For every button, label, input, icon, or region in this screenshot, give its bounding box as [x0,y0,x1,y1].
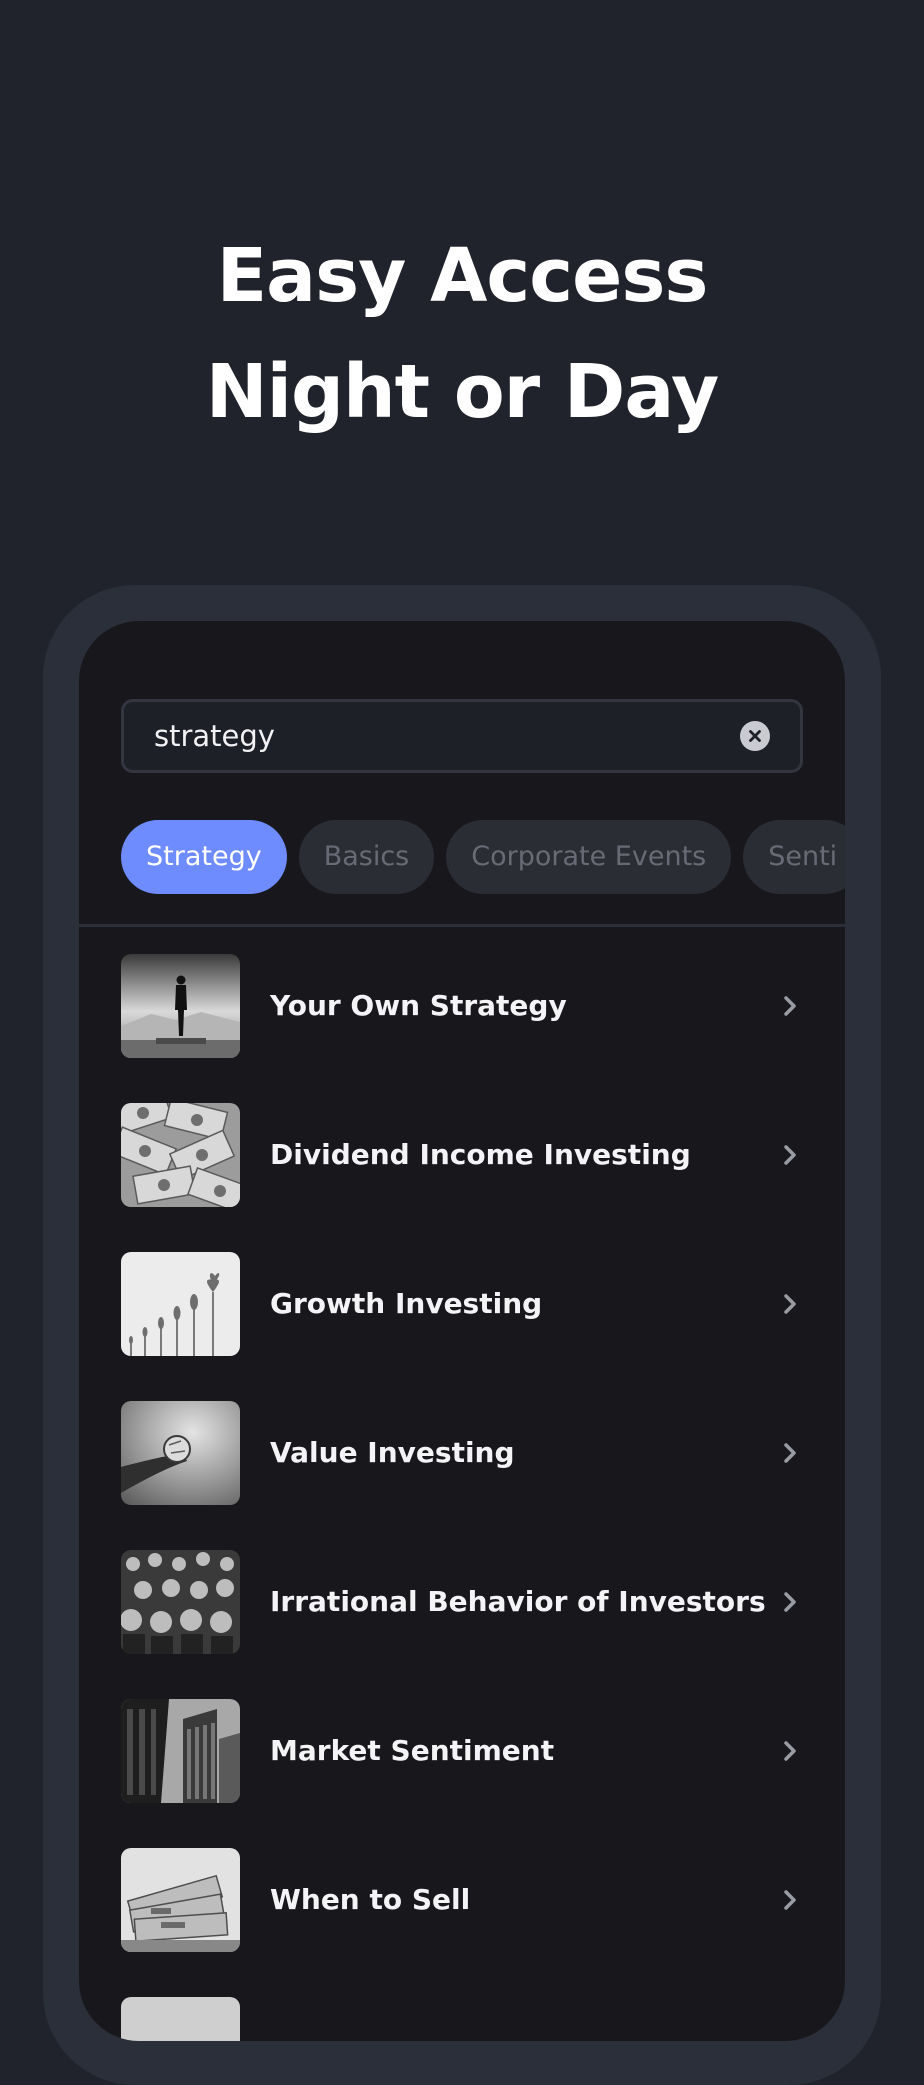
list-item[interactable]: When to Sell [79,1848,845,1997]
chip-sentiment[interactable]: Senti [743,820,845,894]
list-item[interactable] [79,1997,845,2041]
chip-strategy[interactable]: Strategy [121,820,287,894]
list-item-label: Your Own Strategy [270,989,567,1022]
list-item-label: Dividend Income Investing [270,1138,691,1171]
chevron-right-icon [784,1741,796,1761]
search-bar [121,699,803,773]
person-standing-photo [121,954,240,1058]
chevron-right-icon [784,1443,796,1463]
list-item[interactable]: Value Investing [79,1401,845,1550]
hand-holding-globe-photo [121,1401,240,1505]
list-item-label: Growth Investing [270,1287,543,1320]
search-input[interactable] [154,702,714,770]
headline-line-1: Easy Access [216,233,709,319]
category-chips: Strategy Basics Corporate Events Senti [121,820,845,896]
growing-plants-photo [121,1252,240,1356]
headline: Easy Access Night or Day [0,218,924,450]
chevron-right-icon [784,1592,796,1612]
phone-screen: StrategyBasicsCorporate EventsSenti [79,621,845,2041]
list-item[interactable]: Your Own Strategy [79,954,845,1103]
chip-corporate-events[interactable]: Corporate Events [446,820,732,894]
chevron-right-icon [784,1890,796,1910]
chevron-right-icon [784,1145,796,1165]
dollar-bills-photo [121,1103,240,1207]
chip-basics[interactable]: Basics [298,820,435,894]
article-list: Your Own Strategy Dividend Income Invest… [79,954,845,2041]
crowd-photo [121,1550,240,1654]
list-item-label: When to Sell [270,1883,471,1916]
list-item[interactable]: Dividend Income Investing [79,1103,845,1252]
stock-exchange-building-photo [121,1699,240,1803]
chevron-right-icon [784,1294,796,1314]
list-item[interactable]: Growth Investing [79,1252,845,1401]
list-item-label: Irrational Behavior of Investors [270,1585,766,1618]
thumbnail-photo [121,1997,240,2041]
headline-line-2: Night or Day [205,349,720,435]
chevron-right-icon [784,996,796,1016]
divider [79,924,845,927]
close-circle-icon[interactable] [740,721,770,751]
list-item[interactable]: Market Sentiment [79,1699,845,1848]
list-item-label: Value Investing [270,1436,515,1469]
cash-stack-photo [121,1848,240,1952]
list-item[interactable]: Irrational Behavior of Investors [79,1550,845,1699]
list-item-label: Market Sentiment [270,1734,555,1767]
